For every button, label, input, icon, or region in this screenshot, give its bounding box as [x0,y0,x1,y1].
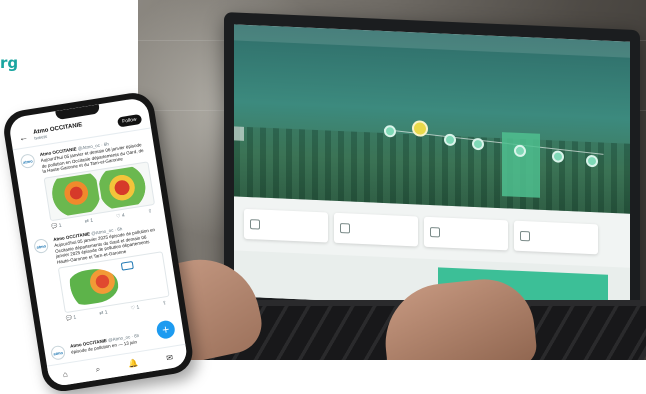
map-panel [46,172,102,218]
retweet-icon[interactable]: ⇄ 1 [99,310,108,317]
messages-icon[interactable]: ✉ [166,353,174,363]
quick-link-tile[interactable] [244,208,328,243]
laptop-bezel [224,12,640,327]
avatar[interactable]: atmo [19,153,36,170]
home-icon[interactable]: ⌂ [62,370,68,380]
site-top-nav [234,24,630,58]
tile-icon [340,223,350,234]
index-dot[interactable] [384,124,396,138]
profile-title: Atmo OCCITANIE tweets [33,122,84,141]
like-count: 1 [136,304,140,312]
brand-fragment: rg [0,54,19,72]
map-panel [97,164,152,210]
reply-icon[interactable]: 💬 1 [51,222,62,230]
selected-index-highlight [502,132,540,198]
laptop-screen [234,24,630,314]
notifications-icon[interactable]: 🔔 [128,358,139,368]
reply-count: 1 [73,314,77,322]
hero-banner [234,24,630,214]
quick-link-tile[interactable] [514,220,598,255]
search-icon[interactable]: ⌕ [95,364,101,375]
retweet-count: 1 [104,309,109,317]
reply-count: 1 [58,222,63,229]
phone-screen: ← Atmo OCCITANIE tweets Follow atmo Atmo… [7,96,189,388]
like-icon[interactable]: ♡ 1 [130,305,139,312]
reply-icon[interactable]: 💬 1 [65,315,76,323]
tweet[interactable]: atmo Atmo OCCITANIE @Atmo_oc · 6h Aujour… [14,134,165,234]
index-dot[interactable] [472,137,484,151]
tweet[interactable]: atmo Atmo OCCITANIE @Atmo_oc · 6h Aujour… [27,219,179,326]
quick-link-tile[interactable] [424,216,508,251]
retweet-count: 1 [89,217,94,224]
retweet-icon[interactable]: ⇄ 1 [84,217,93,224]
back-arrow-icon[interactable]: ← [18,131,28,142]
like-count: 4 [121,212,126,219]
avatar[interactable]: atmo [33,238,50,255]
phone-body: ← Atmo OCCITANIE tweets Follow atmo Atmo… [0,89,196,394]
index-dot[interactable] [514,144,526,158]
map-shape [65,266,121,308]
index-dot[interactable] [444,133,456,147]
map-logo [120,261,134,272]
forest-background [234,126,630,214]
index-dot[interactable] [552,150,564,163]
index-dot[interactable] [586,154,598,168]
index-dot-current[interactable] [412,120,428,137]
quick-link-tiles [244,208,598,255]
share-icon[interactable]: ⇪ [147,208,152,215]
tile-icon [520,230,530,242]
hero-side-tab[interactable] [234,126,244,141]
quick-link-tile[interactable] [334,212,418,247]
tile-icon [250,219,260,230]
share-icon[interactable]: ⇪ [162,301,167,308]
avatar[interactable]: atmo [50,344,67,361]
follow-button[interactable]: Follow [116,113,143,128]
tile-icon [430,226,440,238]
like-icon[interactable]: ♡ 4 [116,212,125,219]
